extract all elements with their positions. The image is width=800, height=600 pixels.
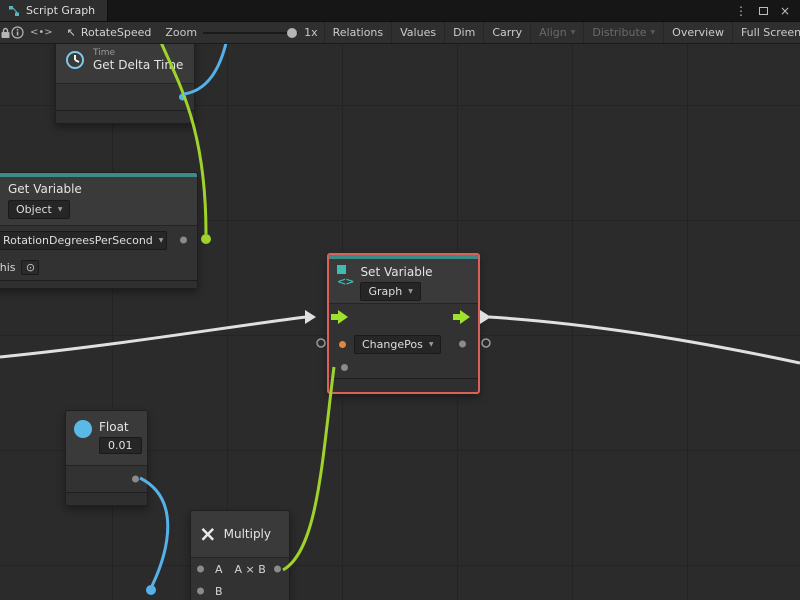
graph-toolbar: <•> ↖ RotateSpeed Zoom 1x Relations Valu… [0, 22, 800, 44]
breadcrumb-unit[interactable]: ↖ RotateSpeed [59, 26, 160, 39]
variable-scope-dropdown[interactable]: Object ▼ [8, 200, 70, 219]
chevron-down-icon: ▼ [159, 237, 164, 244]
toolbar-button-align[interactable]: Align ▼ [530, 22, 583, 43]
toolbar-button-relations[interactable]: Relations [324, 22, 392, 43]
float-value-field[interactable]: 0.01 [99, 437, 142, 454]
node-multiply[interactable]: × Multiply A A × B B [190, 510, 290, 600]
target-label: This [0, 261, 15, 274]
node-title: Float [99, 420, 129, 434]
variable-scope-dropdown[interactable]: Graph ▼ [360, 282, 420, 301]
chevron-down-icon: ▼ [58, 206, 63, 213]
window-restore-icon[interactable] [759, 7, 768, 15]
lock-icon[interactable] [0, 22, 11, 44]
clock-icon [64, 49, 86, 71]
chevron-down-icon: ▼ [408, 288, 413, 295]
node-footer [329, 378, 478, 392]
zoom-label: Zoom [165, 26, 197, 39]
multiply-input-a-port[interactable] [197, 566, 204, 573]
delta-time-output-port[interactable] [179, 94, 186, 101]
zoom-value: 1x [304, 26, 318, 39]
set-variable-icon: <> [337, 265, 353, 288]
port-label-b: B [215, 585, 223, 598]
node-footer [0, 280, 197, 288]
node-footer [66, 492, 147, 505]
chevron-down-icon: ▼ [571, 29, 576, 36]
titlebar: Script Graph ⋮ × [0, 0, 800, 22]
toolbar-button-values[interactable]: Values [391, 22, 444, 43]
flow-port-row[interactable] [329, 304, 478, 332]
object-picker[interactable]: ⊙ [21, 260, 39, 275]
target-icon: ⊙ [26, 261, 35, 274]
float-icon [74, 420, 92, 438]
spare-port[interactable] [341, 364, 348, 371]
node-get-variable[interactable]: Get Variable Object ▼ RotationDegreesPer… [0, 172, 198, 289]
value-output-port[interactable] [459, 341, 466, 348]
script-graph-window: Time Get Delta Time Get Variable Object … [0, 0, 800, 600]
info-icon[interactable] [11, 22, 24, 44]
port-label-out: A × B [235, 563, 266, 576]
code-icon[interactable]: <•> [30, 22, 53, 44]
kebab-menu-icon[interactable]: ⋮ [735, 4, 747, 18]
node-footer [56, 110, 194, 123]
node-category: Time [93, 48, 183, 58]
multiply-output-port[interactable] [274, 566, 281, 573]
float-output-port[interactable] [132, 476, 139, 483]
value-input-port[interactable] [339, 341, 346, 348]
node-title: Multiply [224, 527, 271, 541]
toolbar-button-fullscreen[interactable]: Full Screen [732, 22, 800, 43]
chevron-down-icon: ▼ [651, 29, 656, 36]
node-get-delta-time[interactable]: Time Get Delta Time [55, 36, 195, 124]
chevron-down-icon: ▼ [429, 341, 434, 348]
multiply-input-b-port[interactable] [197, 588, 204, 595]
zoom-slider[interactable] [203, 26, 298, 40]
graph-tab-icon [8, 5, 20, 17]
variable-name-dropdown[interactable]: RotationDegreesPerSecond ▼ [0, 231, 167, 250]
tab-label: Script Graph [26, 4, 95, 17]
slider-track [203, 32, 298, 34]
node-set-variable[interactable]: <> Set Variable Graph ▼ ChangePos ▼ [327, 253, 480, 394]
get-variable-output-port[interactable] [180, 237, 187, 244]
toolbar-button-carry[interactable]: Carry [483, 22, 530, 43]
multiply-icon: × [199, 524, 217, 545]
variable-name-dropdown[interactable]: ChangePos ▼ [354, 335, 441, 354]
port-label-a: A [215, 563, 223, 576]
toolbar-button-dim[interactable]: Dim [444, 22, 483, 43]
toolbar-button-distribute[interactable]: Distribute ▼ [583, 22, 663, 43]
unit-pointer-icon: ↖ [67, 26, 76, 39]
unit-label: RotateSpeed [81, 26, 152, 39]
toolbar-button-overview[interactable]: Overview [663, 22, 732, 43]
slider-knob[interactable] [287, 28, 297, 38]
node-title: Get Delta Time [93, 58, 183, 72]
node-title: Set Variable [360, 265, 432, 279]
tab-script-graph[interactable]: Script Graph [0, 0, 108, 21]
close-icon[interactable]: × [780, 4, 790, 18]
node-float[interactable]: Float 0.01 [65, 410, 148, 506]
node-title: Get Variable [8, 182, 189, 196]
